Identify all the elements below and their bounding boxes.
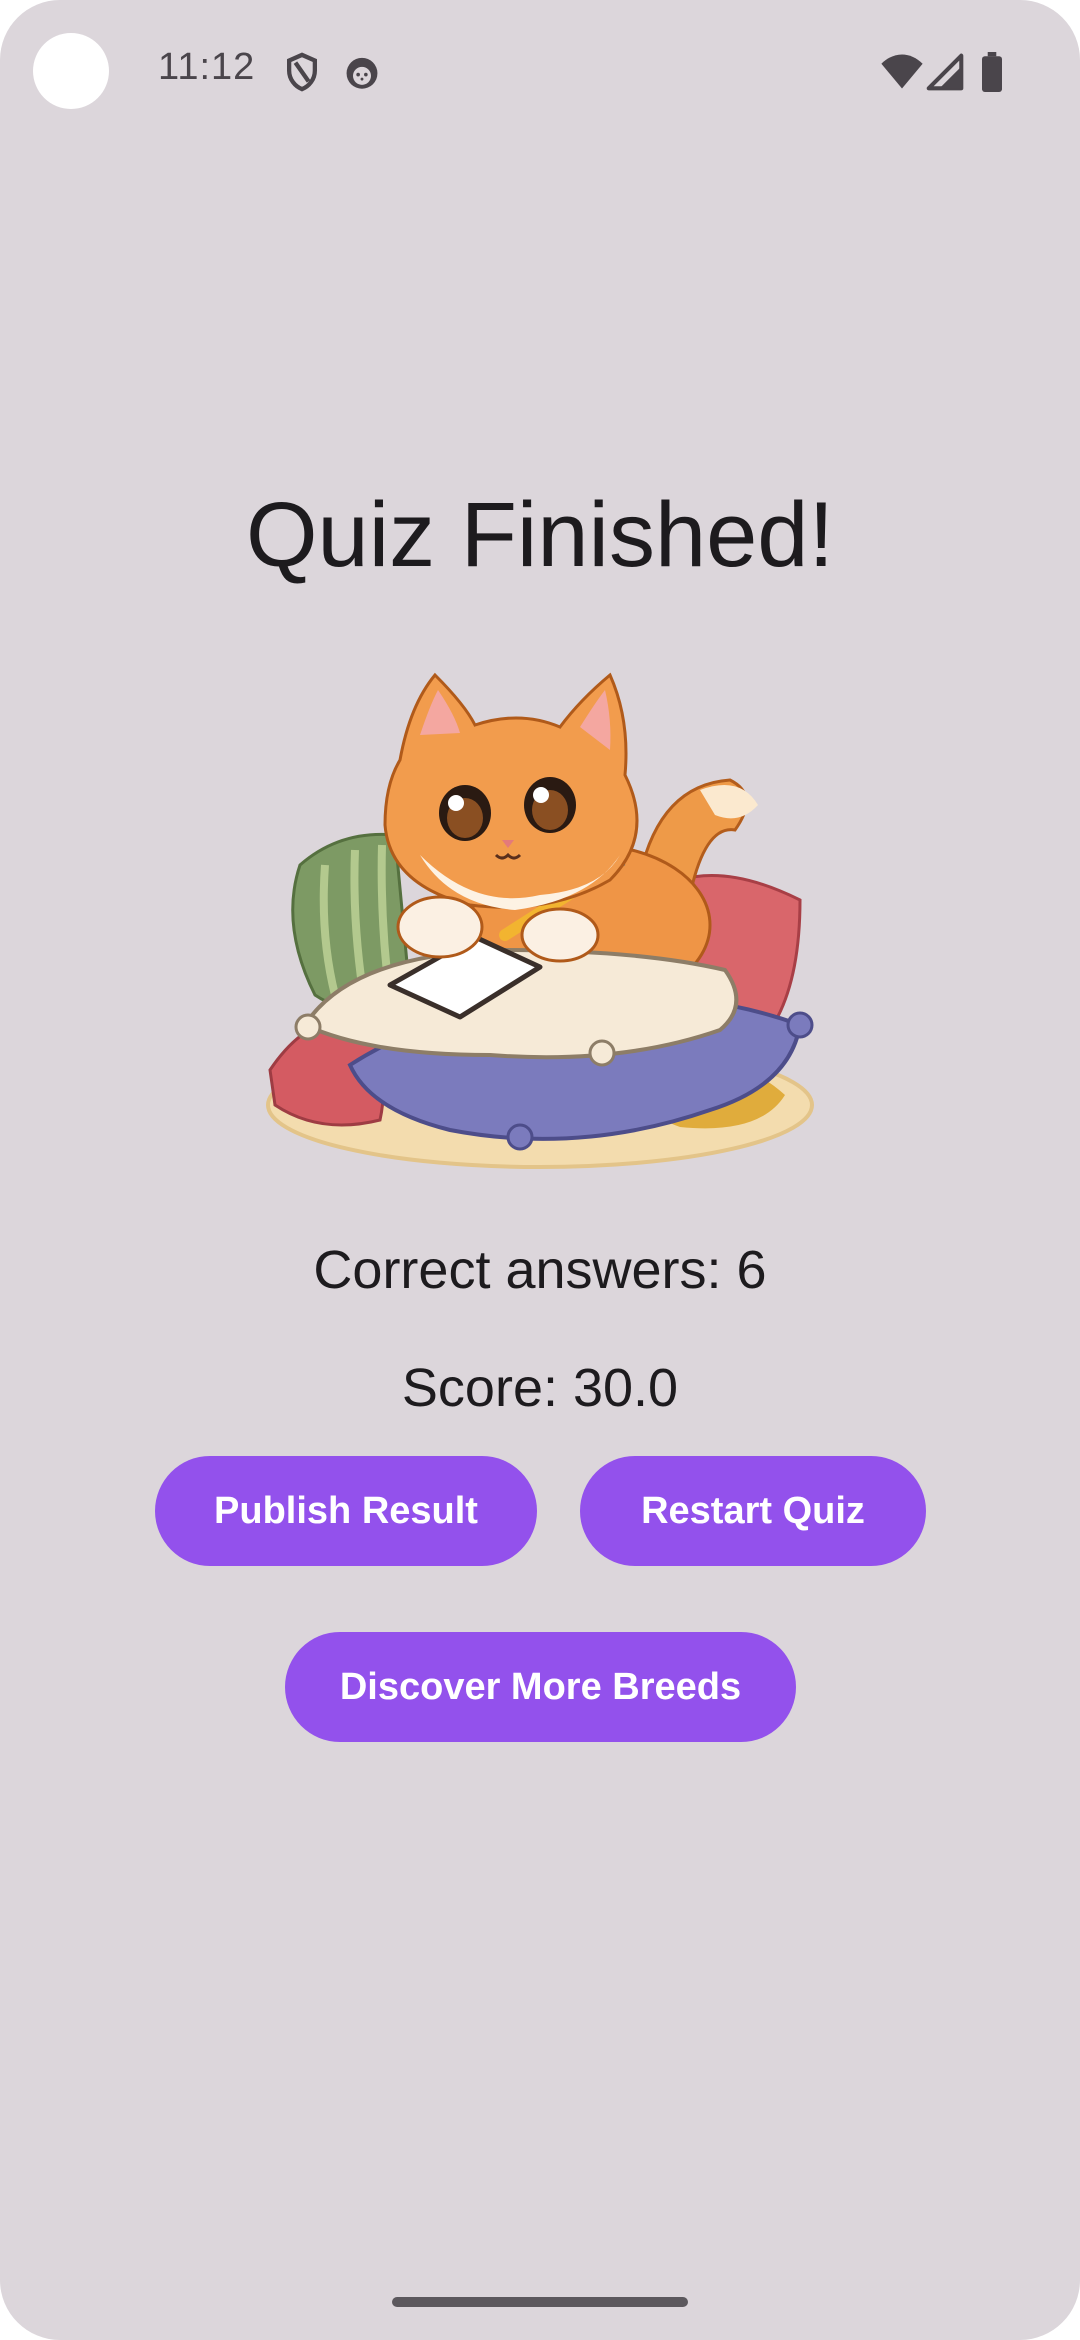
status-bar: 11:12 [0,0,1080,140]
wifi-icon [880,52,924,92]
correct-answers-text: Correct answers: 6 [313,1240,767,1300]
publish-result-button[interactable]: Publish Result [155,1456,537,1566]
shield-icon [284,52,320,92]
cat-writing-on-pillows-illustration [260,665,820,1185]
signal-icon [926,52,964,92]
camera-cutout [33,33,109,109]
home-gesture-bar[interactable] [392,2297,688,2307]
score-text: Score: 30.0 [401,1358,679,1418]
battery-icon [980,52,1004,92]
quiz-finished-title: Quiz Finished! [245,484,835,586]
restart-quiz-button[interactable]: Restart Quiz [580,1456,926,1566]
app-screen: 11:12 Quiz Finished! Correct answers: 6 … [0,0,1080,2340]
discover-more-breeds-button[interactable]: Discover More Breeds [285,1632,796,1742]
cat-face-icon [344,52,380,92]
status-time: 11:12 [158,46,256,88]
